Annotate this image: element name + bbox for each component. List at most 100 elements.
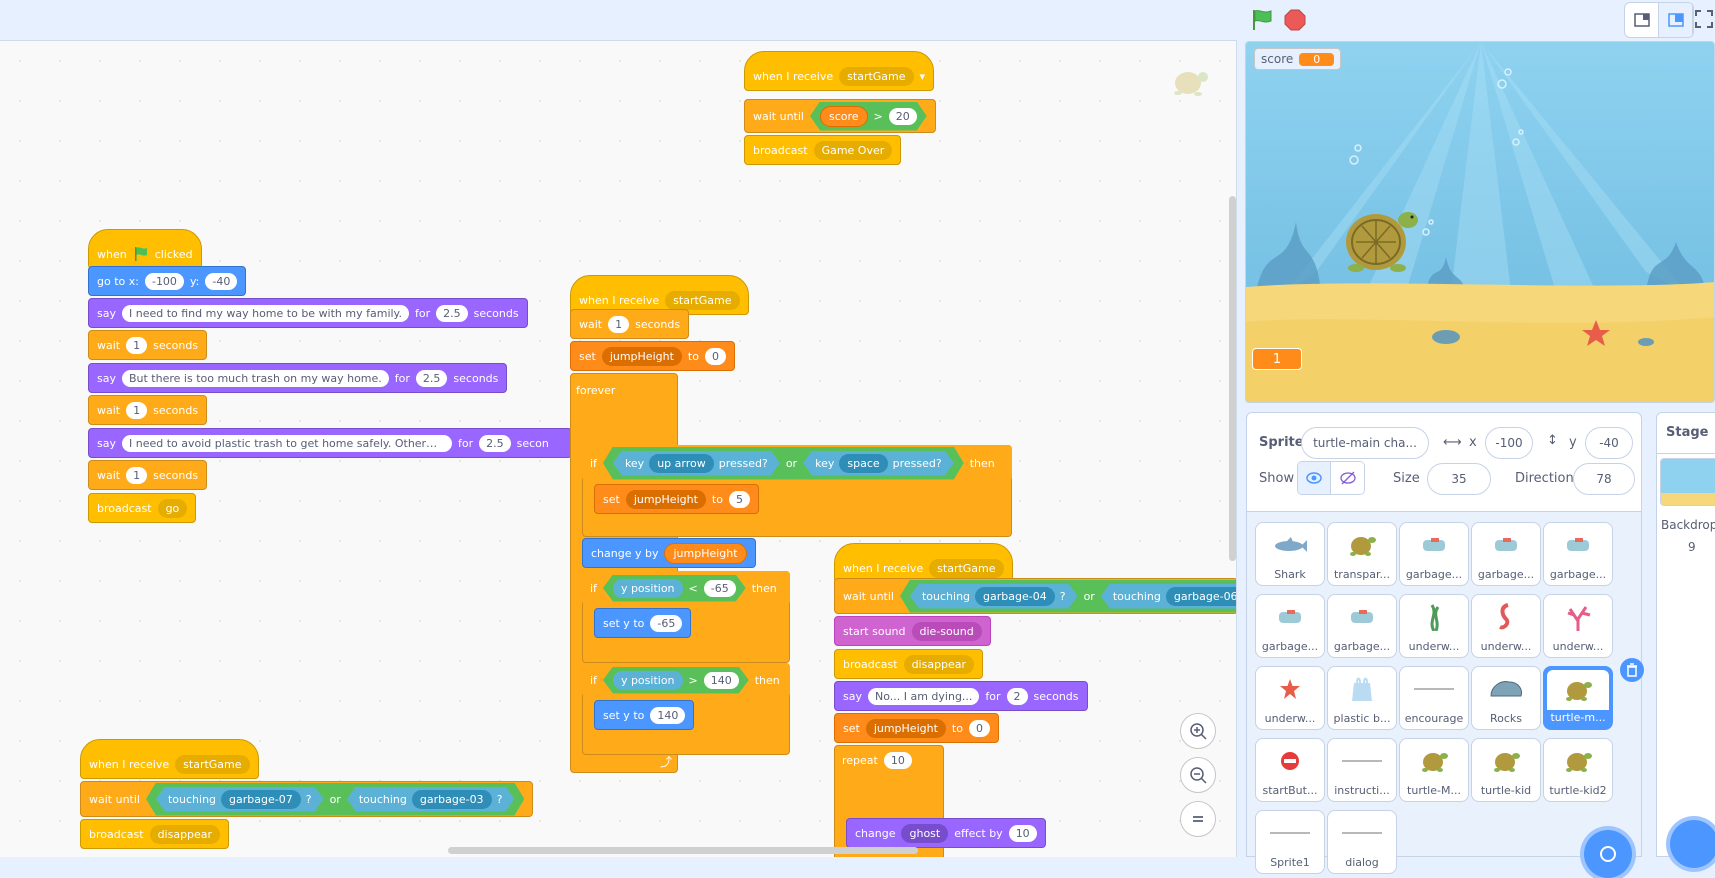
fullscreen-icon[interactable] xyxy=(1693,8,1715,30)
sprite-tile[interactable]: underw... xyxy=(1543,594,1613,658)
or-operator[interactable]: touching garbage-04 ? or touching garbag… xyxy=(900,580,1237,613)
small-stage-button[interactable] xyxy=(1625,3,1659,37)
text-input[interactable]: No... I am dying... xyxy=(867,687,980,705)
when-i-receive-block[interactable]: when I receive startGame xyxy=(834,543,1013,583)
number-input[interactable]: 0 xyxy=(968,719,990,737)
large-readout-monitor[interactable]: 1 xyxy=(1252,348,1302,370)
number-input[interactable]: 5 xyxy=(728,490,750,508)
set-variable-block[interactable]: set jumpHeight to 5 xyxy=(594,484,759,514)
sprite-tile[interactable]: instructi... xyxy=(1327,738,1397,802)
key-dropdown[interactable]: space xyxy=(839,454,887,473)
score-reporter[interactable]: score xyxy=(820,106,868,127)
stage-canvas[interactable]: score 0 1 xyxy=(1245,41,1715,403)
message-dropdown[interactable]: go xyxy=(157,498,188,518)
number-input[interactable]: 10 xyxy=(883,751,912,769)
sprite-tile[interactable]: encourage xyxy=(1399,666,1469,730)
object-dropdown[interactable]: garbage-06 xyxy=(1166,587,1237,606)
number-input[interactable]: 1 xyxy=(126,336,148,354)
zoom-out-button[interactable] xyxy=(1180,757,1216,793)
sprite-tile[interactable]: turtle-M... xyxy=(1399,738,1469,802)
or-operator[interactable]: touching garbage-07 ? or touching garbag… xyxy=(146,783,524,816)
number-input[interactable]: 2.5 xyxy=(479,434,511,452)
variable-dropdown[interactable]: jumpHeight xyxy=(601,346,682,366)
sprite-tile[interactable]: garbage... xyxy=(1255,594,1325,658)
say-for-secs-block[interactable]: say I need to avoid plastic trash to get… xyxy=(88,428,572,458)
show-visible-button[interactable] xyxy=(1298,462,1331,494)
number-input[interactable]: -65 xyxy=(704,580,736,597)
number-input[interactable]: 1 xyxy=(126,401,148,419)
when-i-receive-block[interactable]: when I receive startGame xyxy=(80,739,259,779)
wait-until-block[interactable]: wait until touching garbage-04 ? or touc… xyxy=(834,578,1237,614)
number-input[interactable]: 140 xyxy=(650,706,686,724)
show-hidden-button[interactable] xyxy=(1331,462,1364,494)
y-input[interactable]: -40 xyxy=(205,272,238,290)
sprite-tile[interactable]: underw... xyxy=(1255,666,1325,730)
number-input[interactable]: 140 xyxy=(704,672,739,689)
vertical-scrollbar[interactable] xyxy=(1229,196,1236,561)
object-dropdown[interactable]: garbage-04 xyxy=(975,587,1055,606)
text-input[interactable]: But there is too much trash on my way ho… xyxy=(121,369,389,387)
say-for-secs-block[interactable]: say But there is too much trash on my wa… xyxy=(88,363,508,393)
broadcast-block[interactable]: broadcast disappear xyxy=(834,649,984,679)
size-input[interactable]: 35 xyxy=(1427,463,1491,495)
message-dropdown[interactable]: startGame xyxy=(929,558,1004,578)
delete-sprite-button[interactable] xyxy=(1620,658,1644,682)
sprite-tile[interactable]: turtle-m... xyxy=(1543,666,1613,730)
sprite-tile[interactable]: plastic b... xyxy=(1327,666,1397,730)
zoom-in-button[interactable] xyxy=(1180,713,1216,749)
broadcast-block[interactable]: broadcast go xyxy=(88,493,197,523)
wait-until-block[interactable]: wait until score > 20 xyxy=(744,99,936,133)
sprite-tile[interactable]: garbage... xyxy=(1471,522,1541,586)
sprite-tile[interactable]: dialog xyxy=(1327,810,1397,874)
add-backdrop-button[interactable] xyxy=(1670,820,1715,868)
sprite-tile[interactable]: garbage... xyxy=(1543,522,1613,586)
object-dropdown[interactable]: garbage-03 xyxy=(412,790,492,809)
stage-thumbnail[interactable] xyxy=(1660,458,1715,506)
zoom-reset-button[interactable] xyxy=(1180,801,1216,837)
touching-sensor[interactable]: touching garbage-03 ? xyxy=(347,787,515,812)
stop-icon[interactable] xyxy=(1284,9,1306,31)
sprite-tile[interactable]: underw... xyxy=(1399,594,1469,658)
start-sound-block[interactable]: start sound die-sound xyxy=(834,616,991,646)
sprite-tile[interactable]: Rocks xyxy=(1471,666,1541,730)
greater-than-operator[interactable]: y position > 140 xyxy=(603,667,749,694)
x-input[interactable]: -100 xyxy=(1485,427,1533,459)
change-y-by-block[interactable]: change y by jumpHeight xyxy=(582,538,756,568)
key-pressed-sensor[interactable]: key up arrow pressed? xyxy=(613,451,780,476)
text-input[interactable]: I need to avoid plastic trash to get hom… xyxy=(121,434,452,452)
sprite-tile[interactable]: turtle-kid2 xyxy=(1543,738,1613,802)
message-dropdown[interactable]: disappear xyxy=(149,824,221,844)
set-variable-block[interactable]: set jumpHeight to 0 xyxy=(570,341,735,371)
when-flag-clicked-block[interactable]: when clicked xyxy=(88,229,202,269)
broadcast-block[interactable]: broadcast disappear xyxy=(80,819,230,849)
number-input[interactable]: -65 xyxy=(650,614,683,632)
variable-dropdown[interactable]: jumpHeight xyxy=(625,489,706,509)
broadcast-block[interactable]: broadcast Game Over xyxy=(744,135,902,165)
message-dropdown[interactable]: startGame xyxy=(175,754,250,774)
wait-block[interactable]: wait 1 seconds xyxy=(88,395,208,425)
message-dropdown[interactable]: startGame xyxy=(665,290,740,310)
horizontal-scrollbar[interactable] xyxy=(448,847,918,854)
object-dropdown[interactable]: garbage-07 xyxy=(221,790,301,809)
number-input[interactable]: 2.5 xyxy=(436,304,468,322)
sprite-tile[interactable]: Shark xyxy=(1255,522,1325,586)
y-position-reporter[interactable]: y position xyxy=(613,671,683,690)
or-operator[interactable]: key up arrow pressed? or key space press… xyxy=(603,447,964,480)
number-input[interactable]: 1 xyxy=(126,466,148,484)
number-input[interactable]: 1 xyxy=(608,315,630,333)
less-than-operator[interactable]: y position < -65 xyxy=(603,575,746,602)
variable-dropdown[interactable]: jumpHeight xyxy=(865,718,946,738)
message-dropdown[interactable]: disappear xyxy=(903,654,975,674)
touching-sensor[interactable]: touching garbage-04 ? xyxy=(910,584,1078,609)
touching-sensor[interactable]: touching garbage-07 ? xyxy=(156,787,324,812)
wait-block[interactable]: wait 1 seconds xyxy=(570,309,690,339)
change-effect-block[interactable]: change ghost effect by 10 xyxy=(846,818,1046,848)
direction-input[interactable]: 78 xyxy=(1573,463,1635,495)
message-dropdown[interactable]: Game Over xyxy=(813,140,893,160)
normal-stage-button[interactable] xyxy=(1659,3,1693,37)
number-input[interactable]: 10 xyxy=(1008,824,1037,842)
key-dropdown[interactable]: up arrow xyxy=(649,454,714,473)
touching-sensor[interactable]: touching garbage-06 xyxy=(1101,584,1237,609)
effect-dropdown[interactable]: ghost xyxy=(901,823,949,843)
message-dropdown[interactable]: startGame xyxy=(839,66,914,86)
